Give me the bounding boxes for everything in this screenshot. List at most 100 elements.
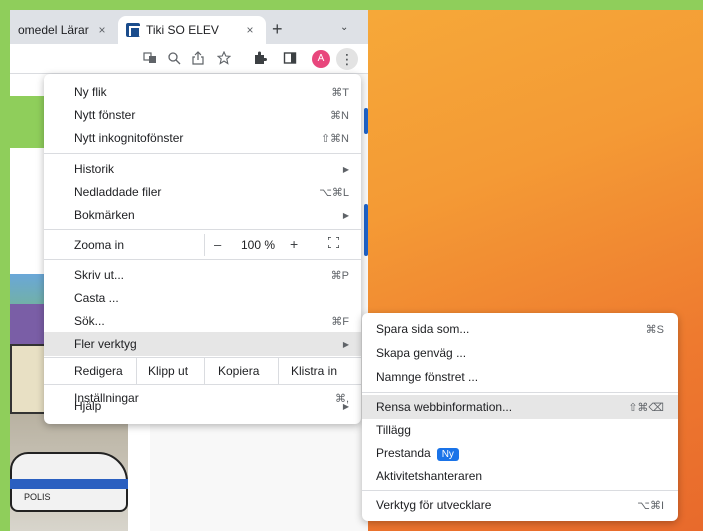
- submenu-item-label: Rensa webbinformation...: [376, 400, 513, 414]
- menu-item-cast[interactable]: Casta ...: [44, 286, 361, 310]
- edit-divider: [204, 358, 205, 384]
- submenu-item-label: Prestanda Ny: [376, 446, 664, 461]
- menu-separator: [44, 229, 361, 230]
- menu-item-bookmarks[interactable]: Bokmärken ▶: [44, 203, 361, 227]
- menu-item-label: Casta ...: [74, 291, 119, 305]
- menu-item-help[interactable]: Hjälp ▶: [44, 394, 361, 418]
- tab-search-chevron-icon[interactable]: ⌄: [340, 22, 348, 33]
- submenu-item-shortcut: ⌘S: [645, 323, 664, 336]
- paste-button[interactable]: Klistra in: [291, 364, 337, 378]
- zoom-out-button[interactable]: –: [214, 237, 221, 252]
- share-icon[interactable]: [190, 51, 206, 67]
- tab-title: omedel Lärar: [18, 23, 89, 37]
- menu-item-incognito[interactable]: Nytt inkognitofönster ⇧⌘N: [44, 126, 361, 150]
- page-blue-accent: [364, 108, 368, 134]
- translate-icon[interactable]: [142, 51, 158, 67]
- menu-item-downloads[interactable]: Nedladdade filer ⌥⌘L: [44, 180, 361, 204]
- edit-divider: [136, 358, 137, 384]
- chrome-main-menu: Ny flik ⌘T Nytt fönster ⌘N Nytt inkognit…: [44, 74, 361, 424]
- profile-avatar[interactable]: A: [312, 50, 330, 68]
- close-icon[interactable]: ×: [94, 23, 110, 37]
- submenu-item-extensions[interactable]: Tillägg: [362, 418, 678, 442]
- tab-title: Tiki SO ELEV: [146, 23, 219, 37]
- submenu-item-label: Tillägg: [376, 423, 411, 437]
- menu-item-new-window[interactable]: Nytt fönster ⌘N: [44, 103, 361, 127]
- menu-item-label: Nedladdade filer: [74, 185, 162, 199]
- submenu-item-shortcut: ⌥⌘I: [637, 499, 664, 512]
- menu-item-history[interactable]: Historik ▶: [44, 157, 361, 181]
- extensions-puzzle-icon[interactable]: [252, 51, 268, 67]
- menu-separator: [44, 384, 361, 385]
- zoom-level: 100 %: [241, 238, 276, 252]
- menu-item-shortcut: ⌘T: [331, 86, 349, 99]
- menu-item-shortcut: ⇧⌘N: [320, 132, 349, 145]
- submenu-arrow-icon: ▶: [342, 339, 349, 349]
- menu-item-edit: Redigera Klipp ut Kopiera Klistra in: [44, 358, 361, 384]
- tab-tiki-so-elev[interactable]: Tiki SO ELEV ×: [118, 16, 266, 44]
- browser-toolbar: A ⋮: [10, 44, 368, 74]
- menu-item-more-tools[interactable]: Fler verktyg ▶: [44, 332, 361, 356]
- menu-item-label: Hjälp: [74, 399, 102, 413]
- menu-item-label: Bokmärken: [74, 208, 135, 222]
- menu-item-label: Nytt fönster: [74, 108, 136, 122]
- fullscreen-icon[interactable]: [327, 236, 340, 249]
- menu-separator: [44, 259, 361, 260]
- menu-separator: [44, 153, 361, 154]
- illustration-polis-text: POLIS: [24, 492, 51, 502]
- page-frame-left: [0, 0, 10, 531]
- menu-item-shortcut: ⌘F: [331, 315, 349, 328]
- edit-label: Redigera: [74, 364, 123, 378]
- page-blue-accent: [364, 204, 368, 256]
- page-frame-top: [0, 0, 703, 10]
- menu-item-shortcut: ⌘N: [330, 109, 349, 122]
- menu-item-find[interactable]: Sök... ⌘F: [44, 309, 361, 333]
- submenu-item-name-window[interactable]: Namnge fönstret ...: [362, 365, 678, 389]
- side-panel-icon[interactable]: [282, 51, 298, 67]
- tab-laromedel[interactable]: omedel Lärar ×: [10, 16, 118, 44]
- submenu-item-create-shortcut[interactable]: Skapa genväg ...: [362, 341, 678, 365]
- zoom-in-button[interactable]: +: [290, 236, 298, 252]
- menu-item-shortcut: ⌥⌘L: [319, 186, 349, 199]
- new-badge: Ny: [436, 447, 459, 461]
- submenu-arrow-icon: ▶: [342, 164, 349, 174]
- edit-divider: [278, 358, 279, 384]
- submenu-item-task-manager[interactable]: Aktivitetshanteraren: [362, 464, 678, 488]
- menu-item-label: Zooma in: [74, 238, 125, 252]
- submenu-item-label: Aktivitetshanteraren: [376, 469, 483, 483]
- menu-item-label: Sök...: [74, 314, 105, 328]
- menu-item-shortcut: ⌘P: [330, 269, 349, 282]
- submenu-item-save-page[interactable]: Spara sida som... ⌘S: [362, 317, 678, 341]
- more-tools-submenu: Spara sida som... ⌘S Skapa genväg ... Na…: [362, 313, 678, 521]
- bookmark-star-icon[interactable]: [216, 50, 232, 67]
- menu-item-zoom: Zooma in – 100 % +: [44, 232, 361, 258]
- submenu-item-dev-tools[interactable]: Verktyg för utvecklare ⌥⌘I: [362, 493, 678, 517]
- submenu-separator: [362, 392, 678, 393]
- new-tab-button[interactable]: +: [272, 20, 283, 38]
- submenu-item-performance[interactable]: Prestanda Ny: [362, 441, 678, 465]
- submenu-item-label: Spara sida som...: [376, 322, 470, 336]
- submenu-arrow-icon: ▶: [342, 210, 349, 220]
- close-icon[interactable]: ×: [242, 23, 258, 37]
- zoom-divider: [204, 234, 205, 256]
- copy-button[interactable]: Kopiera: [218, 364, 259, 378]
- submenu-item-label: Verktyg för utvecklare: [376, 498, 492, 512]
- illustration-car-stripe: [10, 479, 128, 489]
- submenu-item-clear-data[interactable]: Rensa webbinformation... ⇧⌘⌫: [362, 395, 678, 419]
- menu-item-new-tab[interactable]: Ny flik ⌘T: [44, 80, 361, 104]
- menu-item-label: Fler verktyg: [74, 337, 137, 351]
- submenu-arrow-icon: ▶: [342, 401, 349, 411]
- tiki-favicon-icon: [126, 23, 141, 37]
- menu-item-label: Nytt inkognitofönster: [74, 131, 184, 145]
- zoom-icon[interactable]: [166, 51, 182, 67]
- menu-item-print[interactable]: Skriv ut... ⌘P: [44, 263, 361, 287]
- submenu-item-label: Skapa genväg ...: [376, 346, 467, 360]
- submenu-separator: [362, 490, 678, 491]
- chrome-menu-button[interactable]: ⋮: [336, 48, 358, 70]
- cut-button[interactable]: Klipp ut: [148, 364, 188, 378]
- submenu-item-shortcut: ⇧⌘⌫: [628, 401, 664, 414]
- menu-item-label: Ny flik: [74, 85, 107, 99]
- performance-label: Prestanda: [376, 445, 431, 460]
- tab-strip: omedel Lärar × Tiki SO ELEV × + ⌄: [10, 10, 368, 44]
- menu-item-label: Skriv ut...: [74, 268, 125, 282]
- submenu-item-label: Namnge fönstret ...: [376, 370, 479, 384]
